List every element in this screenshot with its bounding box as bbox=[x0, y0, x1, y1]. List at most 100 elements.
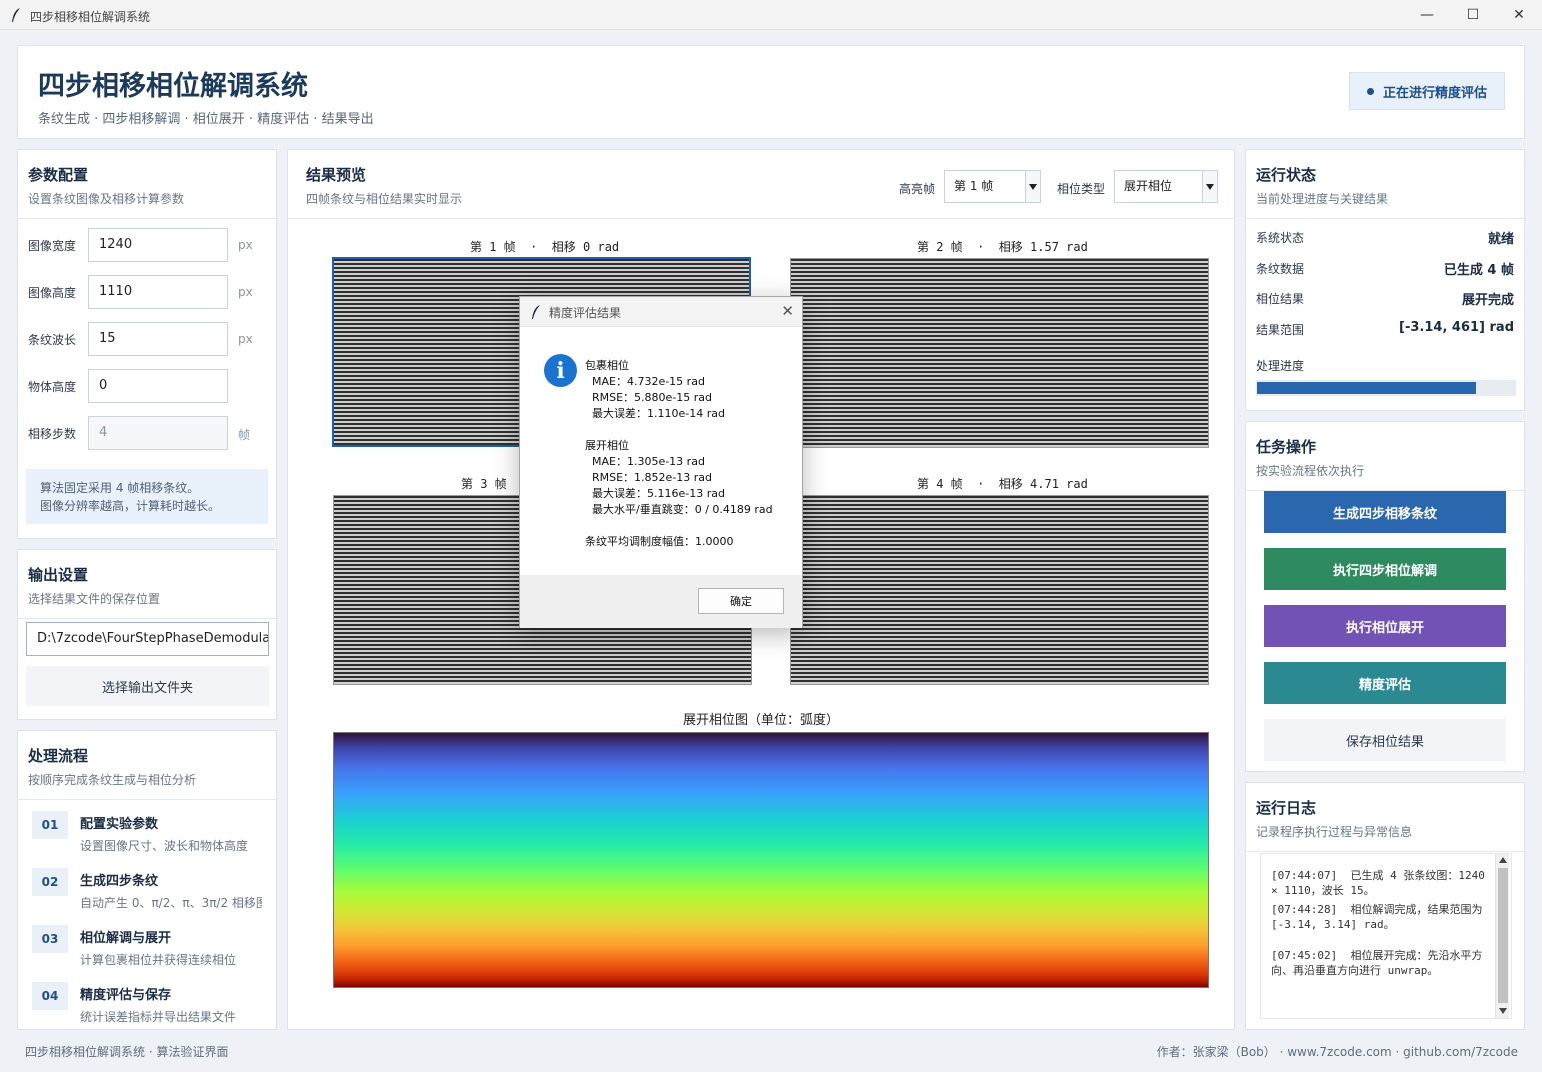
feather-icon bbox=[532, 305, 540, 319]
result-preview-title: 结果预览 bbox=[306, 166, 367, 184]
run-demodulation-button[interactable]: 执行四步相位解调 bbox=[1264, 548, 1506, 590]
process-flow-title: 处理流程 bbox=[28, 747, 89, 765]
divider bbox=[18, 218, 276, 219]
accuracy-evaluation-button[interactable]: 精度评估 bbox=[1264, 662, 1506, 704]
log-entry: [07:44:07] 已生成 4 张条纹图：1240 × 1110，波长 15。 bbox=[1271, 869, 1492, 897]
scroll-up-icon[interactable] bbox=[1497, 854, 1509, 866]
run-status-title: 运行状态 bbox=[1256, 166, 1317, 184]
result-preview-subtitle: 四帧条纹与相位结果实时显示 bbox=[306, 192, 463, 206]
run-status-panel: 运行状态 当前处理进度与关键结果 系统状态 就绪 条纹数据 已生成 4 帧 相位… bbox=[1245, 149, 1525, 411]
dialog-title: 精度评估结果 bbox=[549, 306, 622, 320]
task-operations-title: 任务操作 bbox=[1256, 438, 1317, 456]
close-icon[interactable]: ✕ bbox=[781, 302, 794, 320]
param-config-title: 参数配置 bbox=[28, 166, 89, 184]
image-height-input[interactable]: 1110 bbox=[88, 275, 228, 309]
log-entry: [07:45:02] 相位展开完成：先沿水平方向、再沿垂直方向进行 unwrap… bbox=[1271, 949, 1483, 977]
process-flow-subtitle: 按顺序完成条纹生成与相位分析 bbox=[28, 773, 197, 787]
unwrapped-phase-map bbox=[333, 732, 1209, 988]
object-height-input[interactable]: 0 bbox=[88, 369, 228, 403]
run-log-subtitle: 记录程序执行过程与异常信息 bbox=[1256, 825, 1413, 839]
header-card: 四步相移相位解调系统 条纹生成 · 四步相移解调 · 相位展开 · 精度评估 ·… bbox=[17, 45, 1525, 139]
phase-type-label: 相位类型 bbox=[1057, 182, 1106, 196]
flow-step-number: 01 bbox=[32, 811, 68, 839]
close-icon[interactable]: ✕ bbox=[1496, 0, 1542, 30]
ok-button[interactable]: 确定 bbox=[698, 588, 784, 614]
status-badge: 正在进行精度评估 bbox=[1349, 72, 1505, 110]
dialog-line: 最大误差：5.116e-13 rad bbox=[585, 487, 725, 500]
param-config-subtitle: 设置条纹图像及相移计算参数 bbox=[28, 192, 185, 206]
flow-step-number: 04 bbox=[32, 982, 68, 1010]
status-value: 展开完成 bbox=[1461, 293, 1514, 308]
accuracy-result-dialog: 精度评估结果 ✕ i 包裹相位 MAE：4.732e-15 rad RMSE：5… bbox=[519, 296, 803, 628]
minimize-icon[interactable]: — bbox=[1404, 0, 1450, 30]
divider bbox=[1246, 218, 1524, 219]
maximize-icon[interactable]: ☐ bbox=[1450, 0, 1496, 30]
phase-type-select[interactable]: 展开相位 bbox=[1114, 170, 1218, 203]
flow-step-desc: 计算包裹相位并获得连续相位 bbox=[80, 953, 237, 967]
status-key: 相位结果 bbox=[1256, 292, 1305, 306]
info-icon: i bbox=[544, 354, 577, 387]
chevron-down-icon[interactable] bbox=[1202, 171, 1217, 202]
task-operations-panel: 任务操作 按实验流程依次执行 生成四步相移条纹 执行四步相位解调 执行相位展开 … bbox=[1245, 421, 1525, 772]
window-titlebar: 四步相移相位解调系统 — ☐ ✕ bbox=[0, 0, 1542, 30]
log-output[interactable]: [07:44:07] 已生成 4 张条纹图：1240 × 1110，波长 15。… bbox=[1260, 853, 1512, 1019]
status-key: 系统状态 bbox=[1256, 231, 1305, 245]
divider bbox=[18, 618, 276, 619]
page-subtitle: 条纹生成 · 四步相移解调 · 相位展开 · 精度评估 · 结果导出 bbox=[38, 112, 374, 127]
scrollbar-thumb[interactable] bbox=[1498, 868, 1508, 1003]
flow-step-desc: 统计误差指标并导出结果文件 bbox=[80, 1010, 237, 1024]
param-config-panel: 参数配置 设置条纹图像及相移计算参数 图像宽度 1240 px 图像高度 111… bbox=[17, 149, 277, 539]
image-width-input[interactable]: 1240 bbox=[88, 228, 228, 262]
phase-steps-label: 相移步数 bbox=[28, 427, 77, 441]
log-scrollbar[interactable] bbox=[1495, 854, 1509, 1018]
fringe-frame-4[interactable] bbox=[790, 495, 1209, 685]
flow-step-desc: 自动产生 0、π/2、π、3π/2 相移图像 bbox=[80, 896, 262, 910]
task-operations-subtitle: 按实验流程依次执行 bbox=[1256, 464, 1365, 478]
progress-bar-fill bbox=[1257, 382, 1477, 394]
highlight-frame-select[interactable]: 第 1 帧 bbox=[944, 170, 1041, 203]
dialog-line: RMSE：5.880e-15 rad bbox=[585, 391, 713, 404]
flow-step-desc: 设置图像尺寸、波长和物体高度 bbox=[80, 839, 249, 853]
choose-output-folder-button[interactable]: 选择输出文件夹 bbox=[26, 666, 269, 706]
flow-step-title: 生成四步条纹 bbox=[80, 874, 159, 889]
status-value: [-3.14, 461] rad bbox=[1399, 320, 1514, 335]
footer-left: 四步相移相位解调系统 · 算法验证界面 bbox=[25, 1045, 229, 1059]
flow-step: 01 配置实验参数 设置图像尺寸、波长和物体高度 bbox=[32, 805, 272, 862]
log-entry: [07:44:28] 相位解调完成，结果范围为 [-3.14, 3.14] ra… bbox=[1271, 903, 1490, 931]
feather-icon bbox=[12, 8, 20, 22]
fringe-wavelength-input[interactable]: 15 bbox=[88, 322, 228, 356]
process-flow-panel: 处理流程 按顺序完成条纹生成与相位分析 01 配置实验参数 设置图像尺寸、波长和… bbox=[17, 730, 277, 1030]
scroll-down-icon[interactable] bbox=[1497, 1005, 1509, 1017]
fringe-wavelength-label: 条纹波长 bbox=[28, 333, 77, 347]
flow-step-number: 02 bbox=[32, 868, 68, 896]
fringe-frame-2[interactable] bbox=[790, 258, 1209, 448]
window-title: 四步相移相位解调系统 bbox=[30, 10, 151, 24]
dialog-titlebar: 精度评估结果 ✕ bbox=[520, 297, 802, 327]
object-height-label: 物体高度 bbox=[28, 380, 77, 394]
phase-type-value: 展开相位 bbox=[1124, 179, 1173, 193]
highlight-frame-value: 第 1 帧 bbox=[954, 179, 994, 193]
output-path-input[interactable]: D:\7zcode\FourStepPhaseDemodulation bbox=[26, 622, 269, 656]
param-note-line: 算法固定采用 4 帧相移条纹。 bbox=[40, 481, 200, 495]
highlight-frame-label: 高亮帧 bbox=[899, 182, 936, 196]
dialog-footer: 确定 bbox=[520, 575, 802, 628]
param-note-line: 图像分辨率越高，计算耗时越长。 bbox=[40, 499, 221, 513]
flow-step: 03 相位解调与展开 计算包裹相位并获得连续相位 bbox=[32, 919, 272, 976]
phase-steps-input: 4 bbox=[88, 416, 228, 450]
chevron-down-icon[interactable] bbox=[1025, 171, 1040, 202]
run-unwrap-button[interactable]: 执行相位展开 bbox=[1264, 605, 1506, 647]
dialog-line: MAE：1.305e-13 rad bbox=[585, 455, 705, 468]
progress-bar bbox=[1256, 380, 1516, 396]
frame-label: 第 1 帧 · 相移 0 rad bbox=[470, 240, 620, 254]
image-width-unit: px bbox=[238, 238, 253, 252]
dialog-line: 包裹相位 bbox=[585, 359, 629, 372]
status-value: 就绪 bbox=[1487, 232, 1514, 247]
save-phase-result-button[interactable]: 保存相位结果 bbox=[1264, 719, 1506, 761]
status-dot-icon bbox=[1366, 87, 1374, 95]
image-height-label: 图像高度 bbox=[28, 286, 77, 300]
output-settings-panel: 输出设置 选择结果文件的保存位置 D:\7zcode\FourStepPhase… bbox=[17, 549, 277, 720]
generate-fringes-button[interactable]: 生成四步相移条纹 bbox=[1264, 491, 1506, 533]
flow-step-number: 03 bbox=[32, 925, 68, 953]
flow-step: 02 生成四步条纹 自动产生 0、π/2、π、3π/2 相移图像 bbox=[32, 862, 272, 919]
run-log-title: 运行日志 bbox=[1256, 799, 1317, 817]
